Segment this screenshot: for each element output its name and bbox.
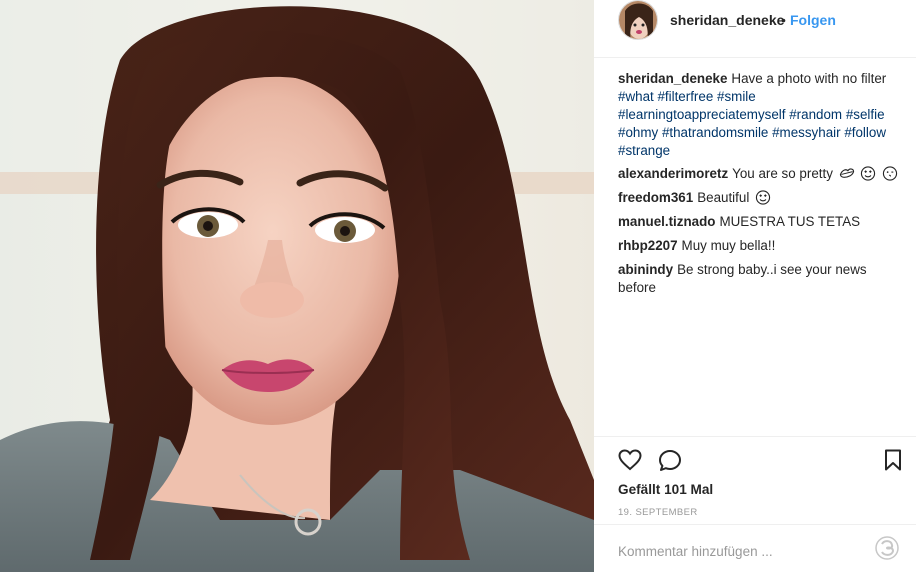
heart-eyes-icon [861,166,876,181]
hashtag[interactable]: #ohmy [618,125,658,140]
list-item: manuel.tiznado MUESTRA TUS TETAS [618,213,908,231]
avatar[interactable] [618,0,658,40]
comment-bubble-icon [659,450,681,471]
comment-text: MUESTRA TUS TETAS [719,214,861,229]
post-username[interactable]: sheridan_deneke [670,12,784,28]
hashtag[interactable]: #thatrandomsmile [662,125,768,140]
comment-username[interactable]: abinindy [618,262,673,277]
selfie-image [0,0,594,572]
comment-text: Muy muy bella!! [681,238,776,253]
hashtag[interactable]: #follow [844,125,886,140]
extension-button[interactable] [874,535,900,566]
comment-username[interactable]: manuel.tiznado [618,214,715,229]
comments-list: sheridan_deneke Have a photo with no filt… [618,70,908,303]
save-button[interactable] [884,449,902,476]
hashtag[interactable]: #messyhair [772,125,840,140]
like-button[interactable] [618,449,642,476]
hashtag[interactable]: #filterfree [657,89,713,104]
post-side-panel: sheridan_deneke • Folgen sheridan_deneke… [594,0,916,572]
comment-button[interactable] [658,449,682,478]
avatar-image [619,1,657,39]
add-comment-bar [594,524,916,573]
post-header: sheridan_deneke • Folgen [594,0,916,58]
caption-text: Have a photo with no filter [731,71,887,86]
kiss-mark-icon [839,168,854,178]
post-date: 19. SEPTEMBER [618,507,698,518]
plugin-swirl-icon [875,536,899,560]
likes-count[interactable]: Gefällt 101 Mal [618,482,713,497]
list-item: alexanderimoretz You are so pretty [618,165,908,183]
comment-username[interactable]: freedom361 [618,190,693,205]
hashtag[interactable]: #selfie [846,107,885,122]
separator-dot: • [781,12,786,28]
list-item: freedom361 Beautiful [618,189,908,207]
heart-icon [618,449,642,471]
comment-username[interactable]: alexanderimoretz [618,166,728,181]
comment-text: Beautiful [697,190,750,205]
comment-text: You are so pretty [732,166,833,181]
list-item: abinindy Be strong baby..i see your news … [618,261,908,297]
bookmark-icon [885,449,901,471]
kiss-face-icon [882,166,898,181]
follow-button[interactable]: Folgen [790,12,836,28]
hashtag[interactable]: #what [618,89,654,104]
caption: sheridan_deneke Have a photo with no filt… [618,70,908,160]
comment-username[interactable]: rhbp2207 [618,238,678,253]
caption-username[interactable]: sheridan_deneke [618,71,727,86]
hashtag[interactable]: #strange [618,143,670,158]
comment-input[interactable] [618,541,868,561]
hashtag[interactable]: #learningtoappreciatemyself [618,107,785,122]
post-photo[interactable] [0,0,594,572]
hashtag[interactable]: #random [789,107,842,122]
list-item: rhbp2207 Muy muy bella!! [618,237,908,255]
post-actions: Gefällt 101 Mal 19. SEPTEMBER [594,436,916,527]
heart-eyes-icon [755,190,771,205]
hashtag[interactable]: #smile [717,89,756,104]
